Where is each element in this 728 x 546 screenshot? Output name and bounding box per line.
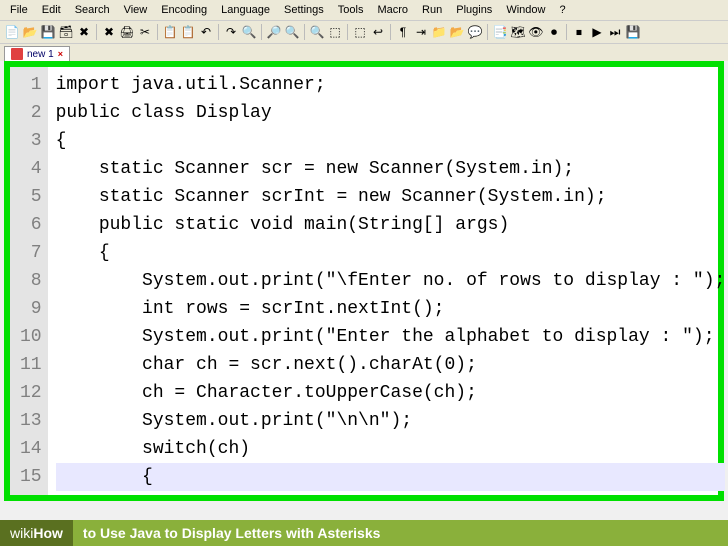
menu-macro[interactable]: Macro bbox=[371, 2, 414, 18]
new-file-icon[interactable]: 📄 bbox=[4, 24, 20, 40]
play-macro-icon[interactable]: ▶ bbox=[589, 24, 605, 40]
code-line[interactable]: static Scanner scrInt = new Scanner(Syst… bbox=[56, 183, 726, 211]
code-line[interactable]: public static void main(String[] args) bbox=[56, 211, 726, 239]
unfold-icon[interactable]: 📂 bbox=[449, 24, 465, 40]
redo-icon[interactable]: ↷ bbox=[223, 24, 239, 40]
comment-icon[interactable]: 💬 bbox=[467, 24, 483, 40]
close-all-icon[interactable]: ✖ bbox=[101, 24, 117, 40]
line-number: 12 bbox=[20, 379, 42, 407]
close-icon[interactable]: ✖ bbox=[76, 24, 92, 40]
tab-bar: new 1 × bbox=[0, 44, 728, 61]
code-line[interactable]: import java.util.Scanner; bbox=[56, 71, 726, 99]
code-line[interactable]: System.out.print("\n\n"); bbox=[56, 407, 726, 435]
save-icon[interactable]: 💾 bbox=[40, 24, 56, 40]
code-line[interactable]: { bbox=[56, 463, 726, 491]
line-number: 7 bbox=[20, 239, 42, 267]
open-file-icon[interactable]: 📂 bbox=[22, 24, 38, 40]
menu-settings[interactable]: Settings bbox=[278, 2, 330, 18]
menu-bar: File Edit Search View Encoding Language … bbox=[0, 0, 728, 21]
toolbar-separator bbox=[347, 24, 348, 40]
stop-macro-icon[interactable]: ⏹ bbox=[571, 24, 587, 40]
sync-h-icon[interactable]: ⬚ bbox=[352, 24, 368, 40]
toolbar-separator bbox=[218, 24, 219, 40]
line-number: 5 bbox=[20, 183, 42, 211]
menu-plugins[interactable]: Plugins bbox=[450, 2, 498, 18]
toolbar-separator bbox=[96, 24, 97, 40]
print-icon[interactable]: 🖨 bbox=[119, 24, 135, 40]
line-number: 15 bbox=[20, 463, 42, 491]
line-number: 14 bbox=[20, 435, 42, 463]
cut-icon[interactable]: ✂ bbox=[137, 24, 153, 40]
code-line[interactable]: { bbox=[56, 239, 726, 267]
doc-map-icon[interactable]: 🗺 bbox=[510, 24, 526, 40]
menu-edit[interactable]: Edit bbox=[36, 2, 67, 18]
zoom-in-icon[interactable]: 🔍 bbox=[284, 24, 300, 40]
copy-icon[interactable]: 📋 bbox=[162, 24, 178, 40]
func-list-icon[interactable]: 📑 bbox=[492, 24, 508, 40]
wrap-icon[interactable]: ↩ bbox=[370, 24, 386, 40]
menu-file[interactable]: File bbox=[4, 2, 34, 18]
code-line[interactable]: char ch = scr.next().charAt(0); bbox=[56, 351, 726, 379]
caption-bar: wikiHow to Use Java to Display Letters w… bbox=[0, 520, 728, 546]
zoom-out-icon[interactable]: 🔍 bbox=[309, 24, 325, 40]
record-macro-icon[interactable]: ⏺ bbox=[546, 24, 562, 40]
toolbar-separator bbox=[487, 24, 488, 40]
code-line[interactable]: switch(ch) bbox=[56, 435, 726, 463]
code-line[interactable]: System.out.print("\fEnter no. of rows to… bbox=[56, 267, 726, 295]
tab-close-icon[interactable]: × bbox=[58, 49, 63, 59]
brand-prefix: wiki bbox=[10, 525, 33, 541]
code-editor[interactable]: 123456789101112131415 import java.util.S… bbox=[4, 61, 724, 501]
fold-icon[interactable]: 📁 bbox=[431, 24, 447, 40]
menu-run[interactable]: Run bbox=[416, 2, 448, 18]
paste-icon[interactable]: 📋 bbox=[180, 24, 196, 40]
toolbar-separator bbox=[157, 24, 158, 40]
menu-help[interactable]: ? bbox=[553, 2, 571, 18]
line-number: 8 bbox=[20, 267, 42, 295]
menu-search[interactable]: Search bbox=[69, 2, 116, 18]
article-title: to Use Java to Display Letters with Aste… bbox=[73, 525, 390, 541]
save-macro-icon[interactable]: 💾 bbox=[625, 24, 641, 40]
code-area[interactable]: import java.util.Scanner;public class Di… bbox=[48, 67, 728, 495]
undo-icon[interactable]: ↶ bbox=[198, 24, 214, 40]
line-number: 10 bbox=[20, 323, 42, 351]
line-number: 1 bbox=[20, 71, 42, 99]
menu-language[interactable]: Language bbox=[215, 2, 276, 18]
replace-icon[interactable]: 🔎 bbox=[266, 24, 282, 40]
line-number: 3 bbox=[20, 127, 42, 155]
menu-view[interactable]: View bbox=[118, 2, 154, 18]
toolbar-separator bbox=[566, 24, 567, 40]
line-number-gutter: 123456789101112131415 bbox=[10, 67, 48, 495]
file-icon bbox=[11, 48, 23, 60]
save-all-icon[interactable]: 🗃 bbox=[58, 24, 74, 40]
code-line[interactable]: { bbox=[56, 127, 726, 155]
toolbar: 📄📂💾🗃✖✖🖨✂📋📋↶↷🔍🔎🔍🔍⬚⬚↩¶⇥📁📂💬📑🗺👁⏺⏹▶⏭💾 bbox=[0, 21, 728, 44]
play-multi-icon[interactable]: ⏭ bbox=[607, 24, 623, 40]
line-number: 6 bbox=[20, 211, 42, 239]
code-line[interactable]: static Scanner scr = new Scanner(System.… bbox=[56, 155, 726, 183]
code-line[interactable]: public class Display bbox=[56, 99, 726, 127]
menu-window[interactable]: Window bbox=[500, 2, 551, 18]
toolbar-separator bbox=[261, 24, 262, 40]
brand-bold: How bbox=[33, 525, 63, 541]
find-icon[interactable]: 🔍 bbox=[241, 24, 257, 40]
line-number: 11 bbox=[20, 351, 42, 379]
all-chars-icon[interactable]: ¶ bbox=[395, 24, 411, 40]
menu-tools[interactable]: Tools bbox=[332, 2, 370, 18]
tab-label: new 1 bbox=[27, 49, 54, 60]
wikihow-logo: wikiHow bbox=[0, 520, 73, 546]
line-number: 2 bbox=[20, 99, 42, 127]
menu-encoding[interactable]: Encoding bbox=[155, 2, 213, 18]
code-line[interactable]: ch = Character.toUpperCase(ch); bbox=[56, 379, 726, 407]
file-tab[interactable]: new 1 × bbox=[4, 46, 70, 61]
show-symbol-icon[interactable]: 👁 bbox=[528, 24, 544, 40]
toolbar-separator bbox=[304, 24, 305, 40]
code-line[interactable]: System.out.print("Enter the alphabet to … bbox=[56, 323, 726, 351]
sync-v-icon[interactable]: ⬚ bbox=[327, 24, 343, 40]
code-line[interactable]: int rows = scrInt.nextInt(); bbox=[56, 295, 726, 323]
toolbar-separator bbox=[390, 24, 391, 40]
line-number: 13 bbox=[20, 407, 42, 435]
line-number: 9 bbox=[20, 295, 42, 323]
indent-icon[interactable]: ⇥ bbox=[413, 24, 429, 40]
line-number: 4 bbox=[20, 155, 42, 183]
